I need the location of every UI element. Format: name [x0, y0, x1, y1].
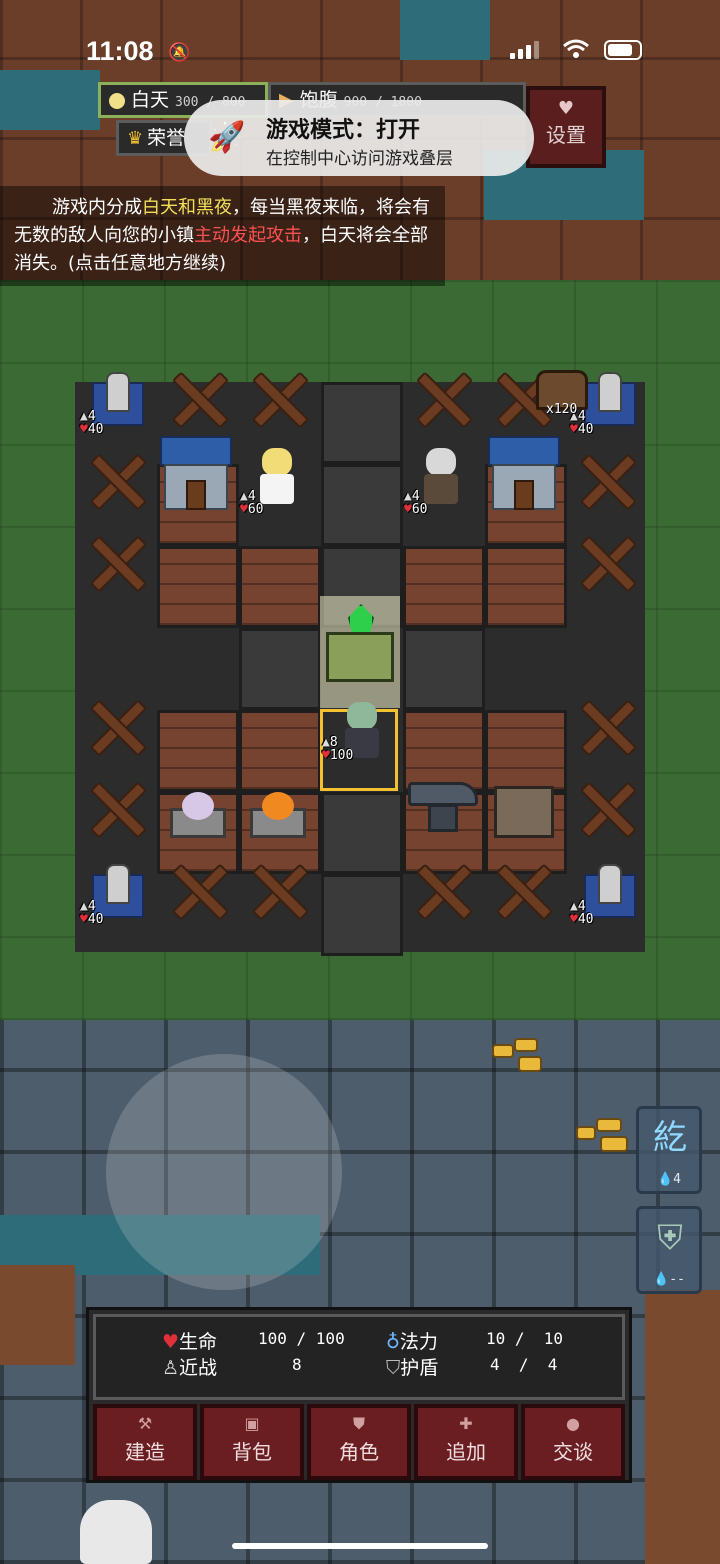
spike-barricade[interactable] — [88, 452, 144, 508]
crown-icon: ♛ — [127, 128, 144, 149]
player-stats: ♥生命 100 / 100 ♙近战 8 ♁法力 10 / 10 ⛉护盾 4 / 4 — [93, 1314, 625, 1400]
turnip-planter[interactable] — [170, 786, 226, 838]
tower-stats: ▲4 ♥40 — [80, 409, 104, 437]
tutorial-text: 游戏内分成白天和黑夜，每当黑夜来临，将会有无数的敌人向您的小镇主动发起攻击，白天… — [14, 197, 430, 274]
floor-tile[interactable] — [485, 546, 567, 628]
tower-stats: ▲4 ♥40 — [80, 899, 104, 927]
skill-slot-2[interactable]: ⛨ 💧-- — [636, 1206, 702, 1294]
spike-barricade[interactable] — [88, 534, 144, 590]
spike-barricade[interactable] — [578, 534, 634, 590]
shield-skill-icon: ⛨ — [657, 1218, 683, 1258]
dirt-tile — [645, 1290, 720, 1564]
spike-barricade[interactable] — [578, 698, 634, 754]
villager-stats: ▲4 ♥60 — [404, 489, 428, 517]
talk-button[interactable]: ● 交谈 — [521, 1404, 625, 1480]
settings-label: 设置 — [546, 123, 586, 147]
melee-stat: ♙近战 8 — [162, 1355, 302, 1379]
stone-floor-tile[interactable] — [321, 464, 403, 546]
hammer-icon: ⚒ — [137, 1414, 153, 1433]
spike-barricade[interactable] — [414, 370, 470, 426]
character-icon: ⛊ — [352, 1414, 365, 1433]
pumpkin-planter[interactable] — [250, 786, 306, 838]
stone-floor-tile[interactable] — [239, 628, 321, 710]
spike-barricade[interactable] — [578, 780, 634, 836]
status-bar: 11:08 🔕 — [0, 0, 720, 68]
spike-barricade[interactable] — [250, 862, 306, 918]
wifi-icon — [563, 39, 589, 58]
tower-stats: ▲4 ♥40 — [570, 899, 594, 927]
gold-ore[interactable] — [576, 1118, 628, 1152]
signal-icon — [510, 40, 542, 59]
clock: 11:08 — [86, 36, 154, 66]
build-button[interactable]: ⚒ 建造 — [93, 1404, 197, 1480]
anvil[interactable] — [408, 782, 478, 834]
hp-stat: ♥生命 100 / 100 — [162, 1329, 345, 1353]
toast-subtitle: 在控制中心访问游戏叠层 — [266, 149, 453, 169]
skill-rune-icon: 紇 — [653, 1118, 687, 1158]
bell-slash-icon: 🔕 — [168, 42, 191, 63]
skill-slot-1[interactable]: 紇 💧4 — [636, 1106, 702, 1194]
spike-barricade[interactable] — [170, 370, 226, 426]
spike-barricade[interactable] — [494, 862, 550, 918]
floor-tile[interactable] — [239, 710, 321, 792]
settings-button[interactable]: ♥ 设置 — [526, 86, 606, 168]
add-button[interactable]: ✚ 追加 — [414, 1404, 518, 1480]
villager-stats: ▲4 ♥60 — [240, 489, 264, 517]
heart-icon: ♥ — [162, 1331, 180, 1353]
sword-icon: ♙ — [162, 1357, 180, 1379]
battery-icon — [604, 40, 642, 60]
skill-count: 💧4 — [656, 1172, 681, 1187]
speech-bubble-icon: ● — [566, 1414, 580, 1433]
stone-floor-tile[interactable] — [321, 382, 403, 464]
water-tile — [0, 70, 100, 130]
ghost-npc[interactable] — [80, 1500, 152, 1564]
spike-barricade[interactable] — [414, 862, 470, 918]
tutorial-dialog[interactable]: 游戏内分成白天和黑夜，每当黑夜来临，将会有无数的敌人向您的小镇主动发起攻击，白天… — [0, 186, 445, 286]
day-label: 白天 — [131, 89, 170, 111]
crystal-shrine[interactable] — [320, 596, 400, 708]
settings-icon: ♥ — [557, 98, 575, 119]
spike-barricade[interactable] — [170, 862, 226, 918]
virtual-joystick[interactable] — [106, 1054, 342, 1290]
shield-icon: ⛉ — [386, 1357, 401, 1379]
floor-tile[interactable] — [239, 546, 321, 628]
sun-icon — [109, 92, 125, 109]
dirt-tile — [0, 1265, 75, 1365]
backpack-button[interactable]: ▣ 背包 — [200, 1404, 304, 1480]
house-building[interactable] — [160, 436, 232, 512]
game-mode-toast[interactable]: 🚀 游戏模式：打开 在控制中心访问游戏叠层 — [184, 100, 534, 176]
action-bar: ⚒ 建造 ▣ 背包 ⛊ 角色 ✚ 追加 ● 交谈 — [93, 1404, 625, 1480]
chest-count: x120 — [546, 402, 578, 417]
player-panel: ♥生命 100 / 100 ♙近战 8 ♁法力 10 / 10 ⛉护盾 4 / 4 ⚒ 建… — [86, 1307, 632, 1483]
stone-floor-tile[interactable] — [403, 628, 485, 710]
spike-barricade[interactable] — [578, 452, 634, 508]
hero-stats: ▲8 ♥100 — [322, 735, 354, 763]
floor-tile[interactable] — [157, 710, 239, 792]
floor-tile[interactable] — [403, 710, 485, 792]
skill-count: 💧-- — [653, 1272, 685, 1287]
floor-tile[interactable] — [403, 546, 485, 628]
honor-label: 荣誉 — [147, 127, 186, 149]
home-indicator[interactable] — [232, 1543, 488, 1549]
spike-barricade[interactable] — [88, 780, 144, 836]
house-building[interactable] — [488, 436, 560, 512]
gold-ore[interactable] — [492, 1038, 542, 1072]
plus-icon: ✚ — [459, 1414, 473, 1433]
spike-barricade[interactable] — [250, 370, 306, 426]
spike-barricade[interactable] — [88, 698, 144, 754]
rocket-icon: 🚀 — [208, 120, 246, 155]
shield-stat: ⛉护盾 4 / 4 — [386, 1355, 558, 1379]
mana-stat: ♁法力 10 / 10 — [386, 1329, 564, 1353]
backpack-icon: ▣ — [244, 1414, 260, 1433]
furnace[interactable] — [494, 786, 554, 838]
flask-icon: ♁ — [386, 1331, 400, 1353]
character-button[interactable]: ⛊ 角色 — [307, 1404, 411, 1480]
toast-title: 游戏模式：打开 — [266, 118, 421, 143]
stone-floor-tile[interactable] — [321, 792, 403, 874]
floor-tile[interactable] — [157, 546, 239, 628]
stone-floor-tile[interactable] — [321, 874, 403, 956]
floor-tile[interactable] — [485, 710, 567, 792]
